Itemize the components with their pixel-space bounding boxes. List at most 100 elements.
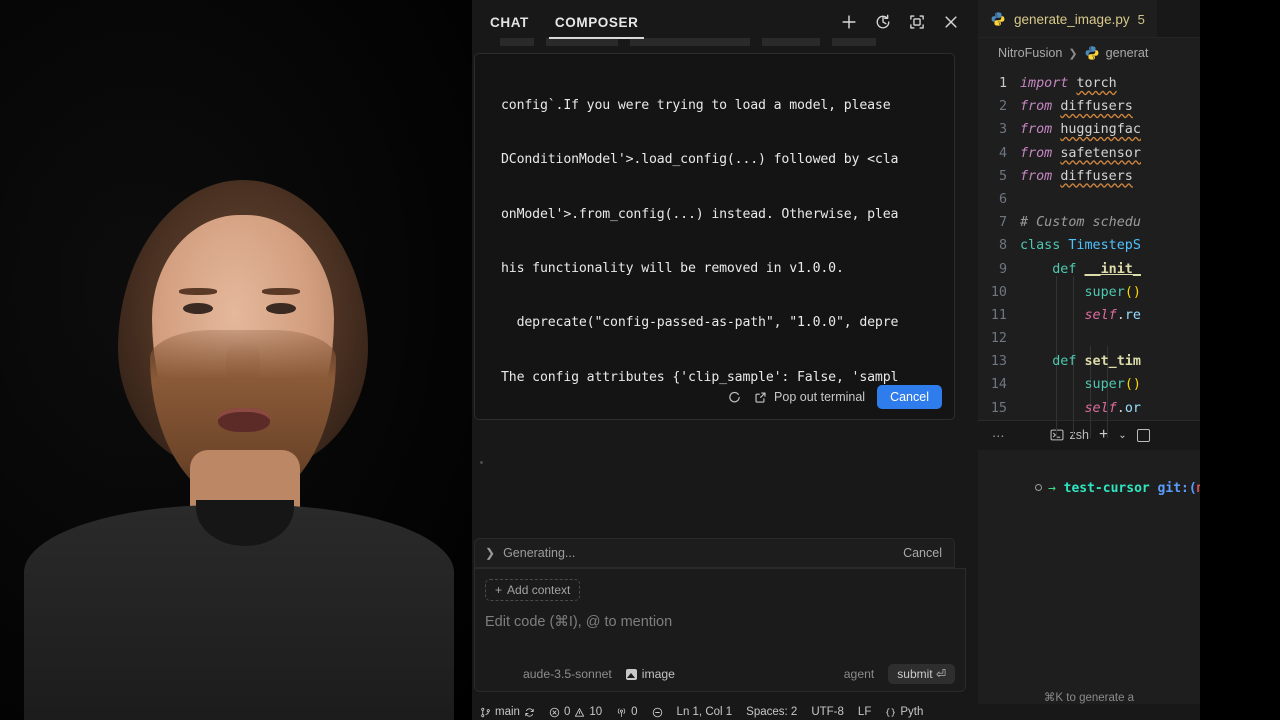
status-ports[interactable]: 0	[616, 706, 638, 718]
presenter-mouth	[218, 408, 270, 432]
status-encoding[interactable]: UTF-8	[811, 706, 844, 718]
python-icon	[991, 12, 1005, 26]
line-number: 12	[990, 331, 1007, 347]
editor-tab-badge: 5	[1137, 11, 1145, 27]
code-row: 14 super()	[978, 373, 1200, 396]
generating-label: Generating...	[503, 546, 576, 560]
integrated-terminal[interactable]: → test-cursor git:(ma	[978, 449, 1200, 668]
tab-composer[interactable]: COMPOSER	[547, 3, 647, 41]
line-number: 5	[998, 168, 1007, 184]
line-number: 1	[998, 76, 1007, 91]
breadcrumb: NitroFusion ❯ generat	[978, 38, 1200, 68]
source-control-icon	[481, 707, 490, 717]
image-attachment-chip[interactable]: image	[625, 667, 675, 681]
tab-chat[interactable]: CHAT	[482, 3, 537, 41]
composer-tabbar: CHAT COMPOSER	[472, 0, 978, 44]
code-row: 9 def __init_	[978, 258, 1200, 281]
status-eol[interactable]: LF	[858, 706, 871, 718]
ellipsis-icon[interactable]: ⋯	[992, 428, 1006, 443]
line-number: 6	[998, 191, 1007, 207]
status-cursor-position[interactable]: Ln 1, Col 1	[677, 706, 733, 718]
generating-status-bar: ❯ Generating... Cancel	[474, 538, 955, 568]
agent-mode-selector[interactable]: agent	[844, 667, 875, 681]
code-row: 15 self.or	[978, 397, 1200, 420]
editor-tab-generate-image[interactable]: generate_image.py 5	[978, 0, 1157, 37]
model-selector[interactable]: aude-3.5-sonnet	[523, 667, 612, 681]
split-editor-icon[interactable]	[1136, 428, 1150, 442]
chevron-right-icon[interactable]: ❯	[485, 546, 495, 560]
code-row: 10 super()	[978, 281, 1200, 304]
prompt-arrow-icon: →	[1047, 480, 1056, 496]
status-warnings-count: 10	[589, 706, 603, 718]
status-indentation[interactable]: Spaces: 2	[746, 706, 797, 718]
braces-icon	[886, 707, 895, 717]
line-number: 13	[990, 354, 1007, 370]
code-row: 8 class TimestepS	[978, 234, 1200, 257]
refresh-icon[interactable]	[727, 390, 742, 405]
line-number: 15	[990, 400, 1007, 416]
breadcrumb-file[interactable]: generat	[1106, 46, 1149, 60]
error-icon	[549, 707, 560, 717]
status-mute[interactable]	[652, 707, 663, 718]
line-number: 11	[990, 307, 1007, 323]
terminal-cancel-button[interactable]: Cancel	[877, 385, 942, 409]
code-row: 7 # Custom schedu	[978, 211, 1200, 234]
status-branch[interactable]: main	[480, 706, 535, 718]
pop-out-terminal-button[interactable]: Pop out terminal	[754, 390, 865, 404]
editor-tab-filename: generate_image.py	[1014, 11, 1130, 27]
code-row: 2 from diffusers	[978, 95, 1200, 118]
line-number: 3	[998, 122, 1007, 138]
composer-input-placeholder[interactable]: Edit code (⌘I), @ to mention	[485, 614, 955, 630]
code-content[interactable]: 1 import torch 2 from diffusers 3 from hugg…	[978, 68, 1200, 438]
presenter-person	[0, 0, 472, 720]
line-number: 10	[990, 284, 1007, 300]
terminal-footer: Pop out terminal Cancel	[475, 375, 954, 419]
status-language-label: Pyth	[900, 706, 924, 718]
code-row: 11 self.re	[978, 304, 1200, 327]
submit-button[interactable]: submit ⏎	[888, 664, 955, 684]
status-language[interactable]: Pyth	[885, 706, 923, 718]
composer-input-footer: aude-3.5-sonnet image agent submit ⏎	[475, 657, 965, 691]
generating-cancel-button[interactable]: Cancel	[903, 546, 942, 560]
chevron-down-icon[interactable]: ⌄	[1118, 430, 1126, 441]
terminal-output-text: config`.If you were trying to load a mod…	[475, 54, 954, 419]
composer-action-icons	[840, 13, 964, 31]
radio-tower-icon	[617, 707, 626, 717]
composer-input-box[interactable]: + Add context Edit code (⌘I), @ to menti…	[474, 568, 966, 692]
status-bar: main 0 10 0 Ln 1, Col 1 Spaces: 2 UTF-8 …	[472, 704, 1200, 720]
presenter-webcam-video	[0, 0, 472, 720]
code-row: 1 import torch	[978, 72, 1200, 95]
code-row: 13 def set_tim	[978, 350, 1200, 373]
history-clock-icon[interactable]	[874, 13, 892, 31]
line-number: 2	[998, 99, 1007, 115]
add-context-button[interactable]: + Add context	[485, 579, 581, 601]
line-number: 8	[998, 238, 1007, 254]
code-row: 4 from safetensor	[978, 142, 1200, 165]
close-icon[interactable]	[942, 13, 960, 31]
composer-panel: CHAT COMPOSER config`.If you were trying…	[472, 0, 978, 720]
code-row: 12	[978, 327, 1200, 350]
chevron-right-icon: ❯	[1068, 47, 1078, 60]
presenter-eyebrow-right	[262, 288, 300, 295]
terminal-git-prefix: git:(	[1157, 480, 1197, 496]
code-row: 3 from huggingfac	[978, 118, 1200, 141]
status-ports-count: 0	[631, 706, 638, 718]
presenter-eye-right	[266, 303, 296, 314]
terminal-line: his functionality will be removed in v1.…	[501, 261, 844, 277]
code-row: 6	[978, 188, 1200, 211]
breadcrumb-root[interactable]: NitroFusion	[998, 46, 1062, 60]
line-number: 14	[990, 377, 1007, 393]
terminal-cwd: test-cursor	[1063, 480, 1150, 496]
app-screenshot: CHAT COMPOSER config`.If you were trying…	[0, 0, 1280, 720]
presenter-eye-left	[183, 303, 213, 314]
status-problems[interactable]: 0 10	[549, 706, 602, 718]
add-context-label: Add context	[507, 583, 571, 597]
code-editor-panel: generate_image.py 5 NitroFusion ❯ genera…	[978, 0, 1200, 720]
python-icon	[1085, 46, 1099, 60]
expand-icon[interactable]	[908, 13, 926, 31]
plus-icon[interactable]	[840, 13, 858, 31]
screen-right-letterbox	[1200, 0, 1280, 720]
sync-icon	[525, 707, 534, 717]
terminal-output-card: config`.If you were trying to load a mod…	[474, 53, 955, 420]
status-branch-label: main	[495, 706, 520, 718]
